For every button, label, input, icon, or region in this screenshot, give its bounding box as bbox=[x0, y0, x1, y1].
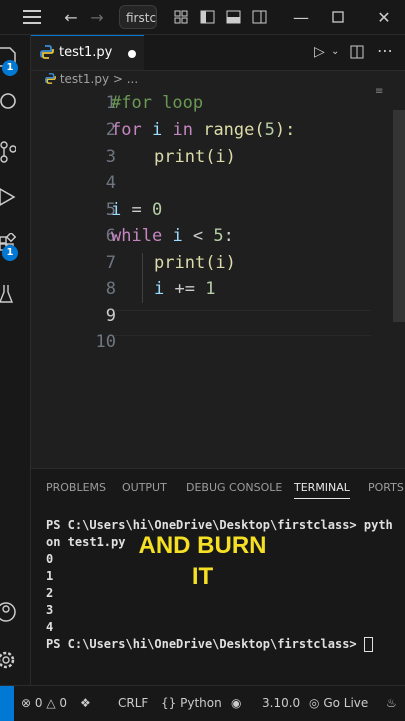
toggle-secondary-sidebar-icon[interactable] bbox=[249, 7, 269, 27]
breadcrumb-separator: > ... bbox=[112, 72, 139, 86]
breadcrumb-file[interactable]: test1.py bbox=[60, 72, 109, 86]
title-bar: ← → firstcl — ✕ bbox=[0, 0, 405, 35]
minimap-toggle-icon[interactable]: ≡ bbox=[375, 87, 383, 97]
minimize-icon[interactable]: — bbox=[291, 7, 311, 27]
command-center-search[interactable]: firstcl bbox=[119, 5, 157, 29]
terminal-line: 3 bbox=[46, 603, 54, 617]
tab-terminal[interactable]: TERMINAL bbox=[294, 481, 350, 499]
notifications-bell-icon[interactable]: ♨ bbox=[386, 696, 397, 710]
code-editor[interactable]: 1 2 3 4 5 6 7 8 9 10 #for loop for i in … bbox=[31, 88, 405, 468]
line-number: 4 bbox=[105, 173, 116, 193]
line-number: 8 bbox=[105, 279, 116, 299]
code-line-1: #for loop bbox=[111, 93, 204, 113]
code-line-7: print(i) bbox=[154, 253, 236, 273]
broadcast-icon[interactable]: ❖ bbox=[80, 696, 91, 710]
testing-flask-icon[interactable] bbox=[0, 277, 30, 311]
line-number-active: 9 bbox=[105, 306, 116, 326]
caption-line: AND BURN bbox=[138, 532, 267, 559]
go-live-status[interactable]: ◎ Go Live bbox=[309, 696, 368, 710]
python-file-icon bbox=[40, 44, 54, 63]
terminal-line: 4 bbox=[46, 620, 54, 634]
broadcast-icon: ◎ bbox=[309, 696, 320, 710]
warning-count: 0 bbox=[59, 696, 68, 710]
toggle-panel-icon[interactable] bbox=[223, 7, 243, 27]
video-caption: AND BURN IT bbox=[130, 530, 275, 592]
tab-ports[interactable]: PORTS bbox=[368, 481, 404, 494]
extensions-badge: 1 bbox=[2, 245, 18, 261]
current-line-highlight bbox=[111, 310, 371, 336]
code-line-3: print(i) bbox=[154, 147, 236, 167]
search-icon[interactable] bbox=[0, 85, 30, 119]
editor-scrollbar[interactable] bbox=[393, 110, 405, 322]
explorer-badge: 1 bbox=[2, 60, 18, 76]
more-actions-icon[interactable]: ⋯ bbox=[377, 41, 393, 60]
tab-problems[interactable]: PROBLEMS bbox=[46, 481, 106, 494]
chevron-down-icon[interactable]: ⌄ bbox=[331, 46, 339, 57]
toggle-sidebar-icon[interactable] bbox=[197, 7, 217, 27]
editor-tab-bar: test1.py ▷ ⌄ ⋯ bbox=[31, 35, 405, 71]
error-count: 0 bbox=[34, 696, 43, 710]
line-number: 10 bbox=[95, 332, 116, 352]
settings-gear-icon[interactable] bbox=[0, 643, 30, 677]
run-python-file-icon[interactable]: ▷ bbox=[314, 44, 325, 60]
line-number: 2 bbox=[105, 120, 116, 140]
source-control-icon[interactable] bbox=[0, 135, 30, 169]
problems-status[interactable]: ⊗ 0 △ 0 bbox=[21, 696, 67, 710]
tab-output[interactable]: OUTPUT bbox=[122, 481, 167, 494]
code-line-2: for i in range(5): bbox=[111, 120, 296, 140]
code-line-5: i = 0 bbox=[111, 200, 163, 220]
split-editor-icon[interactable] bbox=[350, 44, 364, 63]
accounts-icon[interactable] bbox=[0, 595, 30, 629]
breadcrumb: test1.py > ... bbox=[45, 72, 138, 87]
status-bar: ⊗ 0 △ 0 ❖ CRLF {} Python ◉ 3.10.0 ◎ Go L… bbox=[0, 685, 405, 721]
run-debug-icon[interactable] bbox=[0, 180, 30, 214]
remote-indicator[interactable] bbox=[0, 686, 14, 721]
eol-status[interactable]: CRLF bbox=[118, 696, 148, 710]
line-number: 5 bbox=[105, 200, 116, 220]
line-number: 1 bbox=[105, 93, 116, 113]
close-icon[interactable]: ✕ bbox=[374, 7, 394, 27]
customize-layout-icon[interactable] bbox=[171, 7, 191, 27]
code-line-8: i += 1 bbox=[154, 279, 216, 299]
activity-bar: 1 1 bbox=[0, 35, 31, 685]
back-arrow-icon[interactable]: ← bbox=[61, 7, 81, 27]
language-status[interactable]: {} Python bbox=[161, 696, 222, 710]
tab-test1-py[interactable]: test1.py bbox=[31, 35, 144, 70]
error-icon: ⊗ bbox=[21, 696, 32, 710]
tab-debug-console[interactable]: DEBUG CONSOLE bbox=[186, 481, 282, 494]
line-number: 6 bbox=[105, 226, 116, 246]
braces-icon: {} bbox=[161, 696, 177, 710]
maximize-icon[interactable] bbox=[328, 7, 348, 27]
terminal-cursor bbox=[363, 637, 373, 652]
python-file-icon bbox=[45, 72, 56, 87]
line-number: 7 bbox=[105, 253, 116, 273]
code-line-6: while i < 5: bbox=[111, 226, 234, 246]
caption-line: IT bbox=[191, 563, 214, 590]
warning-icon: △ bbox=[46, 696, 56, 710]
line-number: 3 bbox=[105, 147, 116, 167]
menu-icon[interactable] bbox=[22, 7, 42, 27]
python-version-status[interactable]: 3.10.0 bbox=[262, 696, 300, 710]
tab-label: test1.py bbox=[59, 45, 113, 60]
forward-arrow-icon[interactable]: → bbox=[87, 7, 107, 27]
terminal-prompt-line: PS C:\Users\hi\OneDrive\Desktop\firstcla… bbox=[46, 636, 405, 653]
copilot-icon[interactable]: ◉ bbox=[231, 696, 241, 710]
indent-guide bbox=[142, 253, 143, 303]
unsaved-dot-icon[interactable] bbox=[128, 50, 136, 58]
